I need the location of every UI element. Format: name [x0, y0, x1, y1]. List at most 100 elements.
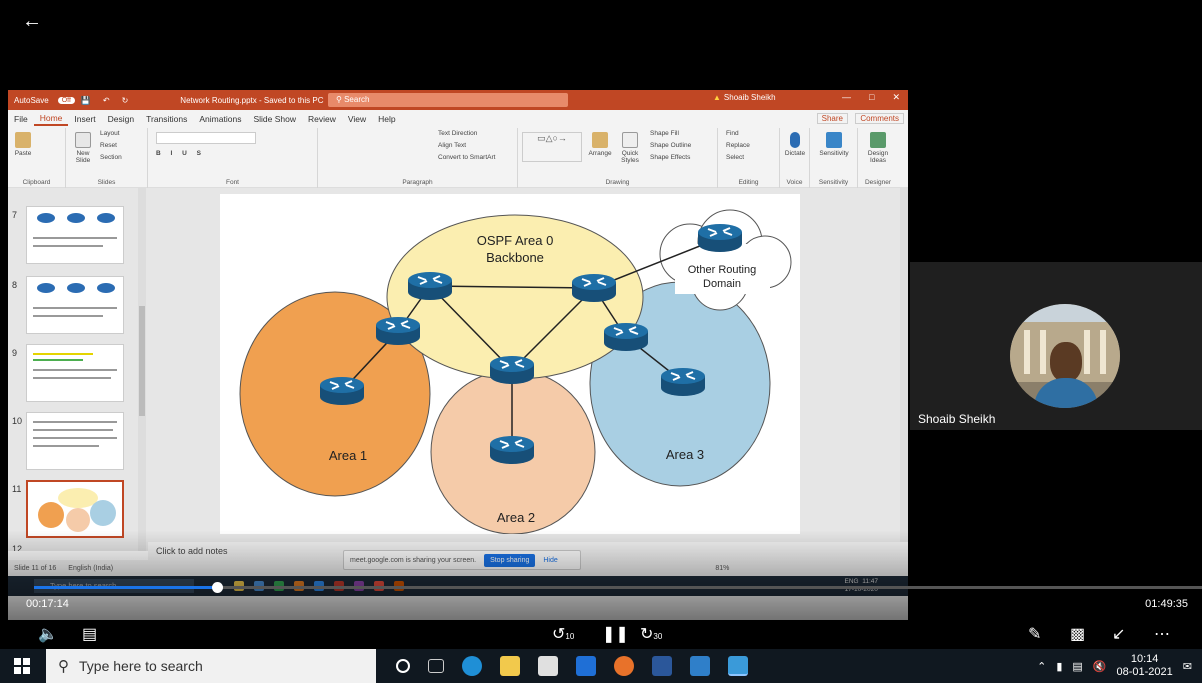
undo-icon[interactable]: ↶	[97, 96, 116, 105]
save-icon[interactable]: 💾	[75, 96, 97, 105]
area3-label: Area 3	[666, 447, 704, 462]
hide-banner-button[interactable]: Hide	[543, 557, 557, 564]
autosave-label: AutoSave	[14, 95, 49, 105]
chevron-up-icon[interactable]: ⌃	[1037, 660, 1046, 673]
arrow-left-icon[interactable]: ←	[22, 10, 42, 33]
sensitivity-button[interactable]: Sensitivity	[812, 132, 856, 157]
exit-fullscreen-icon[interactable]: ↙	[1112, 624, 1125, 644]
router-icon	[698, 224, 742, 252]
clipboard-group: Paste Clipboard	[8, 128, 66, 188]
taskbar-clock[interactable]: 10:14 08-01-2021	[1117, 653, 1173, 679]
select-button[interactable]: Select	[726, 154, 744, 161]
share-button[interactable]: Share	[816, 113, 848, 124]
scrollbar-thumb[interactable]	[139, 306, 145, 416]
thumb-text-line	[33, 353, 93, 355]
maximize-icon[interactable]: □	[869, 92, 874, 103]
captions-icon[interactable]: ▤	[82, 624, 97, 644]
avatar-column	[1024, 330, 1030, 374]
minimize-icon[interactable]: —	[842, 92, 851, 103]
menu-tab-review[interactable]: Review	[302, 114, 342, 124]
find-button[interactable]: Find	[726, 130, 739, 137]
section-button[interactable]: Section	[100, 154, 122, 161]
windows-start-icon[interactable]	[14, 658, 30, 674]
thumb-text-line	[33, 369, 117, 371]
shape-outline-button[interactable]: Shape Outline	[650, 142, 691, 149]
media-app-icon[interactable]	[728, 656, 748, 676]
menu-tab-insert[interactable]: Insert	[68, 114, 101, 124]
menu-tab-help[interactable]: Help	[372, 114, 401, 124]
paste-button[interactable]: Paste	[12, 132, 34, 157]
notification-icon[interactable]: ✉	[1183, 660, 1192, 673]
task-view-icon[interactable]	[428, 659, 444, 673]
file-explorer-icon[interactable]	[500, 656, 520, 676]
slide-thumbnails-panel: 7 8 9 10 11 12	[8, 188, 148, 551]
miniplayer-icon[interactable]: ▩	[1070, 624, 1085, 644]
store-icon[interactable]	[538, 656, 558, 676]
editing-group: Find Replace Select Editing	[718, 128, 780, 188]
align-text-button[interactable]: Align Text	[438, 142, 466, 149]
menu-tab-slide-show[interactable]: Slide Show	[247, 114, 302, 124]
slide-scrollbar[interactable]	[900, 188, 908, 551]
shape-fill-button[interactable]: Shape Fill	[650, 130, 679, 137]
zoom-level[interactable]: 81%	[709, 565, 735, 572]
design-ideas-button[interactable]: Design Ideas	[860, 132, 896, 164]
close-icon[interactable]: ✕	[892, 92, 900, 103]
shape-effects-button[interactable]: Shape Effects	[650, 154, 690, 161]
quick-styles-button[interactable]: Quick Styles	[616, 132, 644, 164]
replace-button[interactable]: Replace	[726, 142, 750, 149]
edge-icon[interactable]	[462, 656, 482, 676]
pen-icon[interactable]: ✎	[1028, 624, 1041, 644]
menu-tab-file[interactable]: File	[8, 114, 34, 124]
dictate-button[interactable]: Dictate	[782, 132, 808, 157]
photos-icon[interactable]	[690, 656, 710, 676]
redo-icon[interactable]: ↻	[116, 96, 135, 105]
convert-smartart-button[interactable]: Convert to SmartArt	[438, 154, 495, 161]
new-slide-button[interactable]: New Slide	[70, 132, 96, 164]
backbone-subtitle: Backbone	[486, 250, 544, 265]
menu-tab-design[interactable]: Design	[102, 114, 140, 124]
taskbar-search-box[interactable]: ⚲ Type here to search	[46, 649, 376, 683]
cortana-icon[interactable]	[396, 659, 410, 673]
rewind-button[interactable]: ↺10	[552, 624, 574, 644]
menu-tab-home[interactable]: Home	[33, 113, 69, 126]
menu-tab-animations[interactable]: Animations	[193, 114, 247, 124]
autosave-toggle[interactable]: Off	[57, 96, 75, 104]
firefox-icon[interactable]	[614, 656, 634, 676]
word-icon[interactable]	[652, 656, 672, 676]
slide-thumbnail-8[interactable]	[26, 276, 124, 334]
layout-button[interactable]: Layout	[100, 130, 120, 137]
network-icon[interactable]: ▤	[1072, 660, 1082, 673]
slide-thumbnail-7[interactable]	[26, 206, 124, 264]
comments-button[interactable]: Comments	[855, 113, 904, 124]
volume-icon[interactable]: 🔈	[38, 624, 58, 644]
text-direction-button[interactable]: Text Direction	[438, 130, 477, 137]
slide-thumbnail-11[interactable]	[26, 480, 124, 538]
volume-muted-icon[interactable]: 🔇	[1093, 660, 1107, 673]
current-slide[interactable]: OSPF Area 0 Backbone Other Routing Domai…	[220, 194, 800, 534]
font-name-select[interactable]	[156, 132, 256, 144]
reset-button[interactable]: Reset	[100, 142, 117, 149]
ppt-ribbon: Paste Clipboard New Slide Layout Reset S…	[8, 128, 908, 188]
stop-sharing-button[interactable]: Stop sharing	[484, 553, 536, 567]
design-ideas-label: Design Ideas	[867, 150, 889, 164]
ppt-search-input[interactable]: ⚲ Search	[328, 93, 568, 107]
video-progress-bar[interactable]	[34, 582, 1202, 593]
mail-icon[interactable]	[576, 656, 596, 676]
menu-tab-transitions[interactable]: Transitions	[140, 114, 193, 124]
language-status[interactable]: English (India)	[62, 565, 119, 572]
ospf-area-diagram: OSPF Area 0 Backbone Other Routing Domai…	[239, 209, 792, 534]
participant-tile[interactable]: Shoaib Sheikh	[910, 262, 1202, 430]
shapes-gallery[interactable]: ▭△○→	[522, 132, 582, 162]
slide-thumbnail-9[interactable]	[26, 344, 124, 402]
menu-tab-view[interactable]: View	[342, 114, 372, 124]
slide-thumbnail-10[interactable]	[26, 412, 124, 470]
forward-button[interactable]: ↻30	[640, 624, 662, 644]
pause-button[interactable]: ❚❚	[602, 624, 629, 644]
arrange-button[interactable]: Arrange	[588, 132, 612, 157]
file-title: Network Routing.pptx - Saved to this PC	[180, 95, 324, 105]
more-options-icon[interactable]: ⋯	[1154, 624, 1170, 644]
battery-icon[interactable]: ▮	[1056, 660, 1062, 673]
thumbnails-scrollbar[interactable]	[138, 188, 146, 551]
font-format-buttons[interactable]: B I U S	[156, 150, 205, 157]
ppt-user[interactable]: ▲ Shoaib Sheikh	[713, 93, 776, 102]
